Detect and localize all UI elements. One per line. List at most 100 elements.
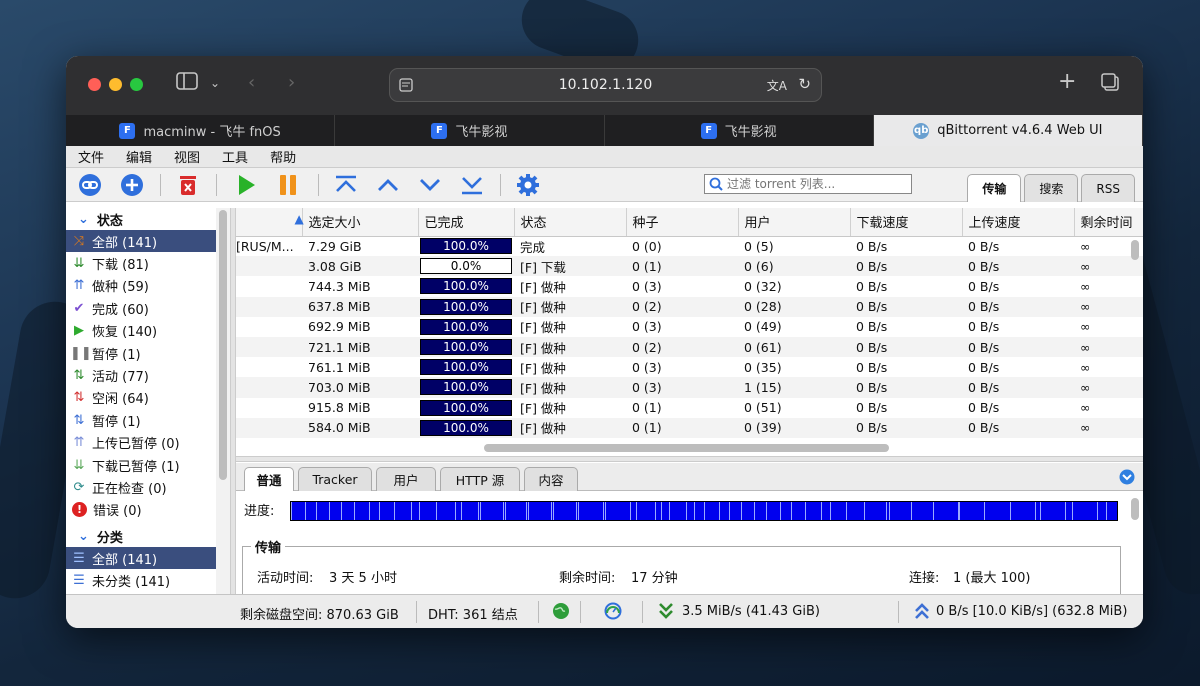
table-cell <box>236 377 302 398</box>
properties-splitter[interactable] <box>236 456 1143 462</box>
table-row[interactable]: 744.3 MiB 100.0% [F] 做种 0 (3) 0 (32) 0 B/s 0 B… <box>236 276 1143 296</box>
status-filter-item-label: 完成 (60) <box>92 302 149 318</box>
category-filter-item[interactable]: ☰ 未分类 (141) <box>66 569 230 591</box>
column-header[interactable]: 用户 <box>738 208 851 237</box>
add-torrent-link-button[interactable] <box>78 173 102 197</box>
tab-fn-video-2[interactable]: F 飞牛影视 <box>605 115 874 146</box>
move-bottom-button[interactable] <box>460 173 484 197</box>
category-section-header[interactable]: ⌄ 分类 <box>66 525 230 547</box>
status-filter-item[interactable]: ❚❚ 暂停 (1) <box>66 342 230 364</box>
status-filter-item[interactable]: ⤨ 全部 (141) <box>66 230 230 253</box>
table-row[interactable]: 692.9 MiB 100.0% [F] 做种 0 (3) 0 (49) 0 B/s 0 B… <box>236 317 1143 337</box>
column-header[interactable]: 已完成 <box>418 208 515 237</box>
status-filter-item[interactable]: ⇈ 上传已暂停 (0) <box>66 432 230 454</box>
tab-general[interactable]: 普通 <box>244 467 294 491</box>
category-filter-item[interactable]: ☰ 全部 (141) <box>66 547 230 570</box>
status-filter-item[interactable]: ✔ 完成 (60) <box>66 297 230 319</box>
sidebar-scrollbar[interactable] <box>216 208 230 594</box>
table-cell: [F] 做种 <box>514 417 626 438</box>
table-cell: [RUS/M... <box>236 236 302 256</box>
back-icon[interactable]: ‹ <box>248 72 255 93</box>
menu-file[interactable]: 文件 <box>78 147 104 166</box>
column-header[interactable] <box>236 208 303 237</box>
column-header[interactable]: 剩余时间 <box>1074 208 1143 237</box>
zoom-window-button[interactable] <box>130 78 143 91</box>
speed-limit-icon[interactable] <box>604 602 622 624</box>
tab-fn-video-1[interactable]: F 飞牛影视 <box>335 115 605 146</box>
table-row[interactable]: 584.0 MiB 100.0% [F] 做种 0 (1) 0 (39) 0 B/s 0 B… <box>236 417 1143 438</box>
table-row[interactable]: 3.08 GiB 0.0% [F] 下载 0 (1) 0 (6) 0 B/s 0 B/s ∞ <box>236 256 1143 277</box>
globe-icon[interactable] <box>552 602 570 624</box>
status-filter-item[interactable]: ▶ 恢复 (140) <box>66 320 230 342</box>
tab-fnos[interactable]: Fmacminw - 飞牛 fnOS <box>66 115 336 146</box>
column-header[interactable]: 状态 <box>514 208 627 237</box>
column-header[interactable]: 上传速度 <box>962 208 1075 237</box>
collapse-panel-icon[interactable] <box>1119 469 1135 489</box>
piece-gap <box>461 502 462 520</box>
sidebar-toggle-icon[interactable] <box>176 72 198 95</box>
address-bar[interactable]: 10.102.1.120 文A ↻ <box>389 68 822 102</box>
tab-transfers[interactable]: 传输 <box>967 174 1022 202</box>
reload-icon[interactable]: ↻ <box>798 75 811 93</box>
table-horizontal-scrollbar[interactable] <box>484 444 889 452</box>
new-tab-icon[interactable]: + <box>1058 69 1076 94</box>
cell-text: 0 (51) <box>744 400 782 416</box>
table-row[interactable]: 915.8 MiB 100.0% [F] 做种 0 (1) 0 (51) 0 B/s 0 B… <box>236 398 1143 418</box>
sidebar-scrollbar-thumb[interactable] <box>219 210 227 480</box>
tab-content[interactable]: 内容 <box>524 467 578 491</box>
column-header[interactable]: 下载速度 <box>850 208 963 237</box>
status-filter-item[interactable]: ⟳ 正在检查 (0) <box>66 476 230 498</box>
pause-button[interactable] <box>276 173 300 197</box>
forward-icon[interactable]: › <box>288 72 295 93</box>
minimize-window-button[interactable] <box>109 78 122 91</box>
status-filter-item[interactable]: ⇅ 暂停 (1) <box>66 409 230 431</box>
chevron-down-icon[interactable]: ⌄ <box>210 76 220 90</box>
options-button[interactable] <box>516 173 540 197</box>
status-filter-item[interactable]: ! 错误 (0) <box>66 499 230 521</box>
properties-scrollbar[interactable] <box>1131 498 1139 520</box>
piece-gap <box>526 502 527 520</box>
table-row[interactable]: 761.1 MiB 100.0% [F] 做种 0 (3) 0 (35) 0 B/s 0 B… <box>236 357 1143 377</box>
status-filter-item[interactable]: ⇊ 下载已暂停 (1) <box>66 454 230 476</box>
add-torrent-file-button[interactable] <box>120 173 144 197</box>
close-window-button[interactable] <box>88 78 101 91</box>
table-cell: 0 B/s <box>850 357 962 377</box>
tab-qbittorrent[interactable]: qb qBittorrent v4.6.4 Web UI <box>873 115 1143 146</box>
status-filter-item[interactable]: ⇊ 下载 (81) <box>66 252 230 274</box>
table-row[interactable]: 637.8 MiB 100.0% [F] 做种 0 (2) 0 (28) 0 B/s 0 B… <box>236 296 1143 317</box>
play-icon: ▶ <box>74 323 84 339</box>
menu-edit[interactable]: 编辑 <box>126 147 152 166</box>
status-filter-item[interactable]: ⇅ 活动 (77) <box>66 364 230 386</box>
resume-button[interactable] <box>234 173 258 197</box>
tab-peers[interactable]: 用户 <box>376 467 436 491</box>
status-section-header[interactable]: ⌄ 状态 <box>66 208 230 230</box>
move-top-button[interactable] <box>334 173 358 197</box>
check-icon: ✔ <box>73 300 85 316</box>
status-filter-item[interactable]: ⇈ 做种 (59) <box>66 275 230 297</box>
category-filter-list: ☰ 全部 (141) ☰ 未分类 (141) <box>66 547 230 592</box>
menu-tools[interactable]: 工具 <box>222 147 248 166</box>
menu-view[interactable]: 视图 <box>174 147 200 166</box>
table-row[interactable]: 703.0 MiB 100.0% [F] 做种 0 (3) 1 (15) 0 B/s 0 B… <box>236 377 1143 398</box>
move-up-button[interactable] <box>376 173 400 197</box>
filter-torrents-field[interactable] <box>704 174 912 194</box>
table-cell: 0 (35) <box>738 357 850 377</box>
progress-bar: 100.0% <box>420 379 512 396</box>
tab-tracker[interactable]: Tracker <box>298 467 372 491</box>
translate-icon[interactable]: 文A <box>767 77 787 94</box>
filter-torrents-input[interactable] <box>727 175 907 193</box>
table-row[interactable]: 721.1 MiB 100.0% [F] 做种 0 (2) 0 (61) 0 B/s 0 B… <box>236 336 1143 358</box>
tab-search[interactable]: 搜索 <box>1024 174 1079 202</box>
delete-torrent-button[interactable] <box>176 173 200 197</box>
tab-http-sources[interactable]: HTTP 源 <box>440 467 520 491</box>
menu-help[interactable]: 帮助 <box>270 147 296 166</box>
table-row[interactable]: [RUS/M... 7.29 GiB 100.0% 完成 0 (0) 0 (5) 0 B/s… <box>236 236 1143 256</box>
table-vertical-scrollbar[interactable] <box>1131 240 1139 260</box>
status-filter-item[interactable]: ⇅ 空闲 (64) <box>66 387 230 409</box>
tab-rss[interactable]: RSS <box>1081 174 1135 202</box>
column-header[interactable]: 种子 <box>626 208 739 237</box>
move-down-button[interactable] <box>418 173 442 197</box>
column-header[interactable]: ▲ 选定大小 <box>295 208 419 237</box>
status-filter-list: ⤨ 全部 (141) ⇊ 下载 (81) ⇈ 做种 (59) ✔ 完成 (60) ▶ 恢复 (14… <box>66 230 230 521</box>
tab-overview-icon[interactable] <box>1100 72 1120 97</box>
